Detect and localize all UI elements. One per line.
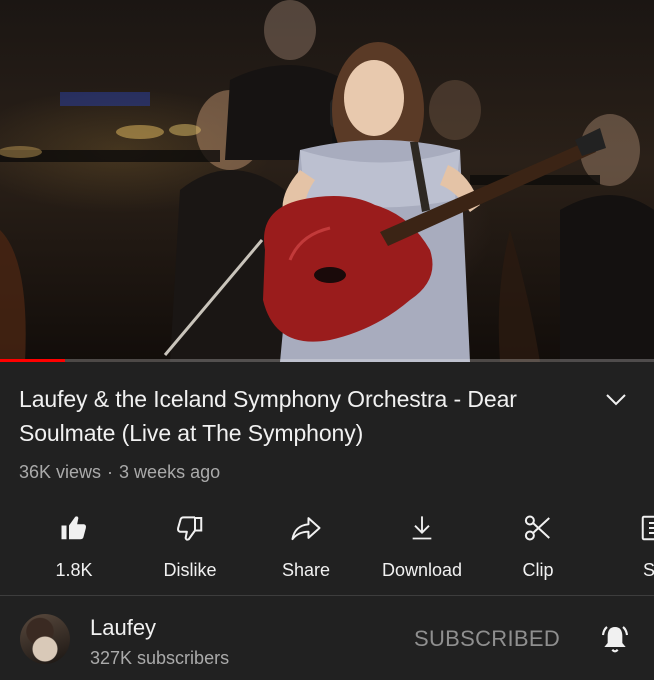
meta-separator: · (107, 462, 114, 482)
scissors-icon (520, 510, 556, 546)
clip-label: Clip (522, 560, 554, 580)
channel-name[interactable]: Laufey (90, 615, 156, 641)
download-icon (404, 510, 440, 546)
upload-age: 3 weeks ago (119, 462, 221, 482)
video-frame-illustration (0, 0, 654, 362)
save-playlist-icon (636, 510, 654, 546)
video-info: Laufey & the Iceland Symphony Orchestra … (0, 362, 654, 494)
save-button[interactable]: Sa (596, 504, 654, 590)
share-arrow-icon (288, 510, 324, 546)
save-label: Sa (642, 560, 654, 580)
download-label: Download (381, 560, 463, 580)
like-count: 1.8K (55, 560, 93, 580)
share-label: Share (281, 560, 331, 580)
dislike-button[interactable]: Dislike (132, 504, 248, 590)
dislike-label: Dislike (163, 560, 217, 580)
expand-description-button[interactable] (600, 388, 632, 412)
view-count: 36K views (19, 462, 102, 482)
subscriber-count: 327K subscribers (90, 648, 230, 668)
video-title[interactable]: Laufey & the Iceland Symphony Orchestra … (19, 382, 589, 450)
thumbs-down-icon (172, 510, 208, 546)
clip-button[interactable]: Clip (480, 504, 596, 590)
chevron-down-icon (606, 394, 626, 406)
notification-bell-button[interactable] (596, 620, 634, 658)
channel-row[interactable]: Laufey 327K subscribers SUBSCRIBED (0, 596, 654, 680)
video-meta: 36K views · 3 weeks ago (19, 462, 220, 483)
download-button[interactable]: Download (364, 504, 480, 590)
thumbs-up-filled-icon (56, 510, 92, 546)
notification-bell-icon (601, 626, 629, 653)
subscribed-button[interactable]: SUBSCRIBED (414, 626, 560, 652)
video-player[interactable] (0, 0, 654, 362)
share-button[interactable]: Share (248, 504, 364, 590)
channel-avatar[interactable] (20, 614, 70, 664)
action-bar: 1.8K Dislike Share Download Clip S (0, 494, 654, 594)
like-button[interactable]: 1.8K (16, 504, 132, 590)
